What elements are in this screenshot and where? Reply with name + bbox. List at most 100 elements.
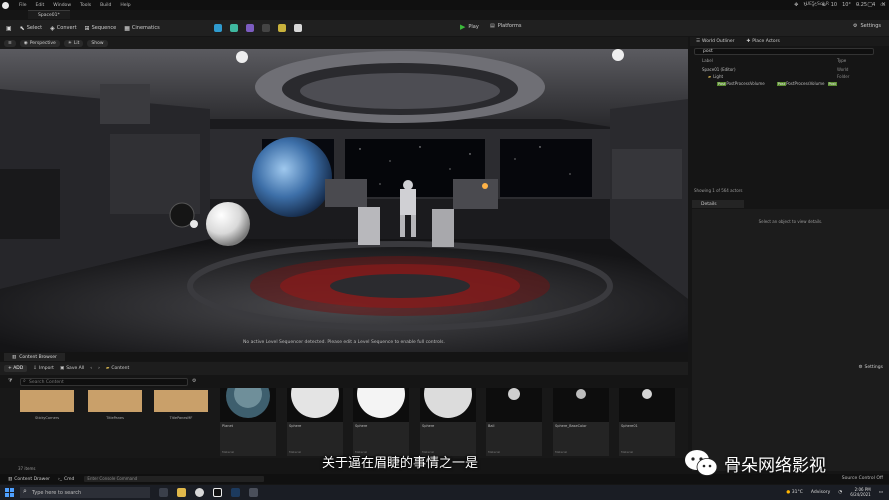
angle-snap-value[interactable]: 10° <box>842 2 851 8</box>
content-drawer-button[interactable]: ▥ Content Drawer <box>8 477 50 482</box>
outliner-col-label[interactable]: Label <box>702 58 713 63</box>
show-button[interactable]: Show <box>87 39 108 47</box>
outliner-row-light[interactable]: ▰ Light Folder <box>692 73 887 80</box>
file-explorer-icon[interactable] <box>177 488 186 497</box>
windows-start-icon[interactable] <box>5 488 14 497</box>
asset-type: Material <box>222 450 235 454</box>
taskbar-search-input[interactable]: Type here to search <box>20 487 150 498</box>
asset-label: Ball <box>488 424 495 428</box>
toolbar-convert[interactable]: ◈ Convert <box>50 25 76 32</box>
save-icon[interactable]: ▣ <box>6 25 12 32</box>
asset-type: Material <box>289 450 302 454</box>
asset-tile[interactable]: TitlePanesMF <box>154 390 208 430</box>
asset-tile[interactable]: Ball Material <box>486 388 542 456</box>
asset-tile[interactable]: Sphere Material <box>287 388 343 456</box>
outliner-row-postprocess[interactable]: Post PostProcessVolume Post PostProcessVol… <box>692 80 887 87</box>
bulb-icon: ☀ <box>67 40 72 46</box>
menu-file[interactable]: File <box>19 3 27 8</box>
cinematic-icon[interactable] <box>261 24 270 32</box>
filter-icon[interactable]: ⧩ <box>8 378 12 384</box>
asset-tile[interactable]: StickyCorners <box>20 390 74 430</box>
menu-tools[interactable]: Tools <box>80 3 91 8</box>
tray-advisory[interactable]: Advisory <box>811 490 830 495</box>
content-settings-button[interactable]: ⚙ Settings <box>858 365 883 370</box>
grid-snap-value[interactable]: 10 <box>831 2 837 8</box>
play-button[interactable]: ▶ Play <box>460 23 479 31</box>
asset-tile[interactable]: TitlePanes <box>88 390 142 430</box>
content-browser-tabbar <box>0 352 688 361</box>
tab-world-outliner[interactable]: ☰ World Outliner <box>690 39 741 44</box>
add-button[interactable]: + ADD <box>4 365 28 372</box>
mode-icon[interactable] <box>213 24 222 32</box>
scale-snap-value[interactable]: 0.25 <box>856 2 867 8</box>
settings-button[interactable]: ⚙ Settings <box>853 23 881 29</box>
compile-icon[interactable] <box>293 24 302 32</box>
task-view-icon[interactable] <box>159 488 168 497</box>
camera-speed-value[interactable]: 4 <box>872 2 875 8</box>
asset-tile[interactable]: Sphere Material <box>353 388 409 456</box>
asset-thumbnail <box>20 390 74 412</box>
outliner-search-input[interactable]: post <box>694 48 874 55</box>
chrome-icon[interactable] <box>195 488 204 497</box>
blueprint-icon[interactable] <box>229 24 238 32</box>
scale-icon[interactable]: ⤢ <box>812 2 816 8</box>
notification-icon[interactable]: ▭ <box>879 490 883 495</box>
sequence-icon: ⊞ <box>84 24 90 32</box>
gear-icon: ⚙ <box>858 365 863 370</box>
level-viewport[interactable] <box>0 49 688 352</box>
taskbar-clock[interactable]: 2:06 PM 6/24/2021 <box>850 487 871 497</box>
unreal-engine-icon[interactable] <box>213 488 222 497</box>
toolbar-cinematics[interactable]: ▦ Cinematics <box>124 25 159 32</box>
gear-icon: ⚙ <box>853 23 858 29</box>
asset-tile[interactable]: Sphere_BaseColor Material <box>553 388 609 456</box>
world-icon[interactable]: ⊕ <box>821 2 825 8</box>
network-icon[interactable]: ◔ <box>838 490 842 495</box>
asset-label: Sphere01 <box>621 424 638 428</box>
menu-help[interactable]: Help <box>120 3 130 8</box>
level-tab[interactable]: Space01* <box>28 10 70 19</box>
watermark-text: 骨朵网络影视 <box>724 455 826 476</box>
lit-button[interactable]: ☀ Lit <box>63 39 84 47</box>
tab-details[interactable]: Details <box>692 200 744 208</box>
back-icon[interactable]: ‹ <box>90 366 92 371</box>
maximize-viewport-icon[interactable]: ▭ <box>880 2 885 8</box>
import-button[interactable]: ⇩ Import <box>33 366 54 371</box>
forward-icon[interactable]: › <box>98 366 100 371</box>
photoshop-icon[interactable] <box>231 488 240 497</box>
asset-tile[interactable]: Sphere Material <box>420 388 476 456</box>
toolbar-select[interactable]: ⬉ Select <box>20 25 42 32</box>
rotate-icon[interactable]: ↻ <box>803 2 807 8</box>
video-subtitle: 关于逼在眉睫的事情之一是 <box>322 456 479 471</box>
platforms-icon: ▤ <box>490 23 495 29</box>
content-search-input[interactable]: Search Content <box>20 378 188 386</box>
menu-build[interactable]: Build <box>100 3 111 8</box>
app-icon[interactable] <box>249 488 258 497</box>
unreal-logo-icon[interactable] <box>0 0 10 10</box>
save-all-button[interactable]: ▣ Save All <box>60 366 84 371</box>
asset-label: StickyCorners <box>34 416 60 420</box>
tab-content-browser[interactable]: ▥ Content Browser <box>4 353 65 361</box>
build-icon[interactable] <box>277 24 286 32</box>
outliner-list: Space01 (Editor) World ▰ Light Folder Post P… <box>692 66 887 87</box>
outliner-row-world[interactable]: Space01 (Editor) World <box>692 66 887 73</box>
menu-window[interactable]: Window <box>53 3 71 8</box>
material-icon[interactable] <box>245 24 254 32</box>
breadcrumb-content[interactable]: ▰ Content <box>106 366 129 371</box>
translate-icon[interactable]: ✥ <box>794 2 798 8</box>
settings-icon[interactable]: ⚙ <box>192 378 196 384</box>
viewport-menu-button[interactable]: ≡ <box>4 39 16 47</box>
outliner-col-type[interactable]: Type <box>837 58 846 63</box>
console-command-input[interactable]: Enter Console Command <box>84 476 265 482</box>
weather-indicator[interactable]: ● 31°C <box>786 490 803 495</box>
clock-date: 6/24/2021 <box>850 492 871 497</box>
source-control-status[interactable]: Source Control Off <box>842 476 883 481</box>
perspective-button[interactable]: ◉ Perspective <box>19 39 60 47</box>
asset-tile[interactable]: Sphere01 Material <box>619 388 675 456</box>
tab-place-actors[interactable]: ✚ Place Actors <box>741 39 786 44</box>
wechat-icon <box>685 450 718 476</box>
menu-edit[interactable]: Edit <box>36 3 45 8</box>
toolbar-sequence[interactable]: ⊞ Sequence <box>85 25 117 32</box>
asset-tile[interactable]: Planet Material <box>220 388 276 456</box>
cmd-dropdown[interactable]: ›_ Cmd <box>58 477 74 482</box>
platforms-button[interactable]: ▤ Platforms <box>490 23 521 29</box>
